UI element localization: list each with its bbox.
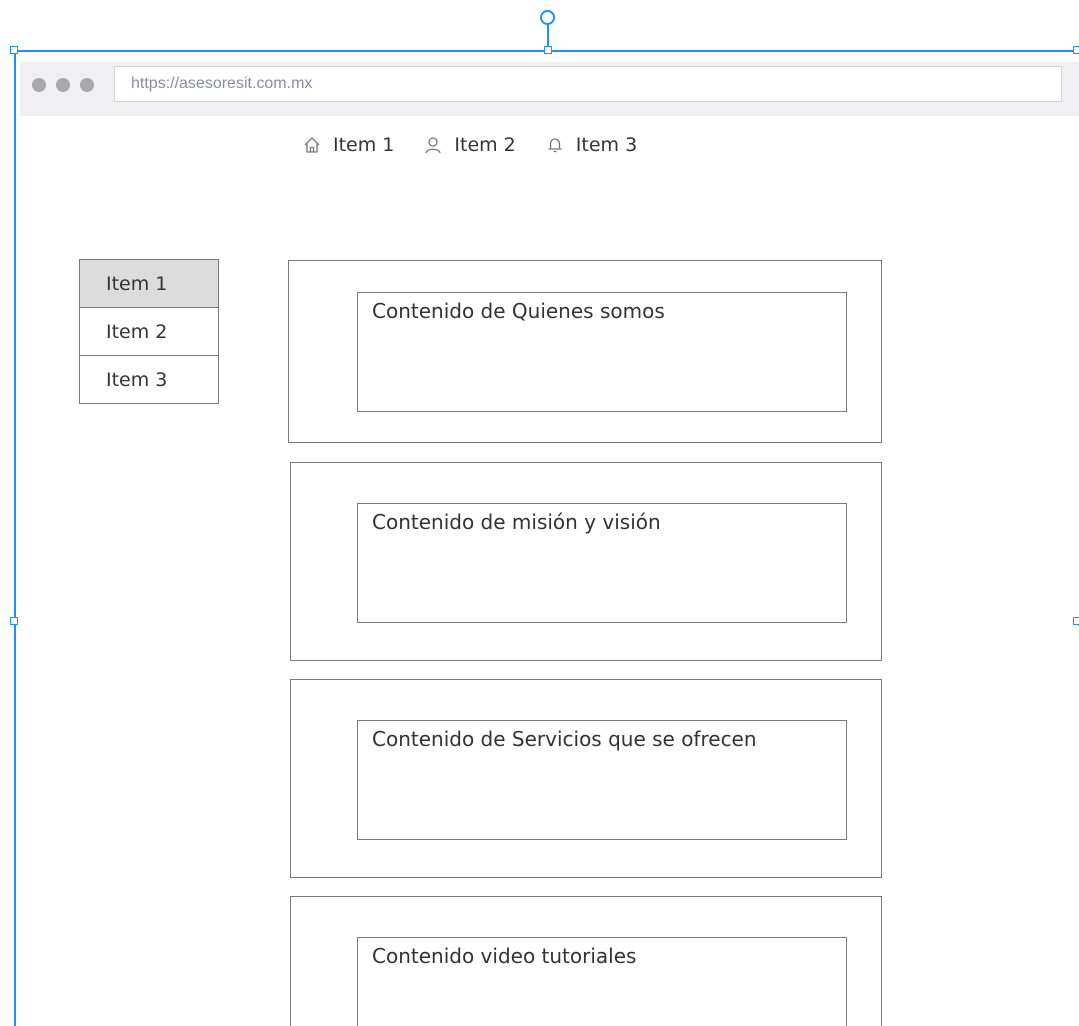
side-menu-item-2[interactable]: Item 2 — [80, 308, 218, 356]
window-dot-2 — [56, 78, 70, 92]
resize-handle-top-left[interactable] — [10, 46, 18, 54]
side-menu-item-1[interactable]: Item 1 — [80, 260, 218, 308]
section-content-quienes-somos: Contenido de Quienes somos — [357, 292, 847, 412]
resize-handle-middle-left[interactable] — [10, 617, 18, 625]
resize-handle-middle-right[interactable] — [1073, 617, 1079, 625]
resize-handle-top-center[interactable] — [544, 46, 552, 54]
user-icon — [425, 137, 442, 154]
resize-handle-top-right[interactable] — [1073, 46, 1079, 54]
section-content-servicios: Contenido de Servicios que se ofrecen — [357, 720, 847, 840]
nav-item-label: Item 3 — [575, 134, 638, 156]
top-nav: Item 1 Item 2 Item 3 — [303, 130, 667, 160]
home-icon — [304, 137, 320, 153]
section-content-mision-vision: Contenido de misión y visión — [357, 503, 847, 623]
nav-item-label: Item 1 — [333, 134, 395, 156]
nav-item-label: Item 2 — [454, 134, 516, 156]
address-bar[interactable]: https://asesoresit.com.mx — [114, 66, 1062, 102]
side-menu: Item 1 Item 2 Item 3 — [79, 259, 219, 404]
window-dot-3 — [80, 78, 94, 92]
selection-frame-left — [14, 50, 16, 1026]
nav-item-2[interactable]: Item 2 — [424, 134, 516, 156]
nav-item-1[interactable]: Item 1 — [303, 134, 394, 156]
side-menu-item-3[interactable]: Item 3 — [80, 356, 218, 403]
window-dot-1 — [32, 78, 46, 92]
rotation-handle[interactable] — [540, 10, 555, 25]
nav-item-3[interactable]: Item 3 — [546, 134, 637, 156]
bell-icon — [548, 138, 562, 153]
section-content-video-tutoriales: Contenido video tutoriales — [357, 937, 847, 1026]
